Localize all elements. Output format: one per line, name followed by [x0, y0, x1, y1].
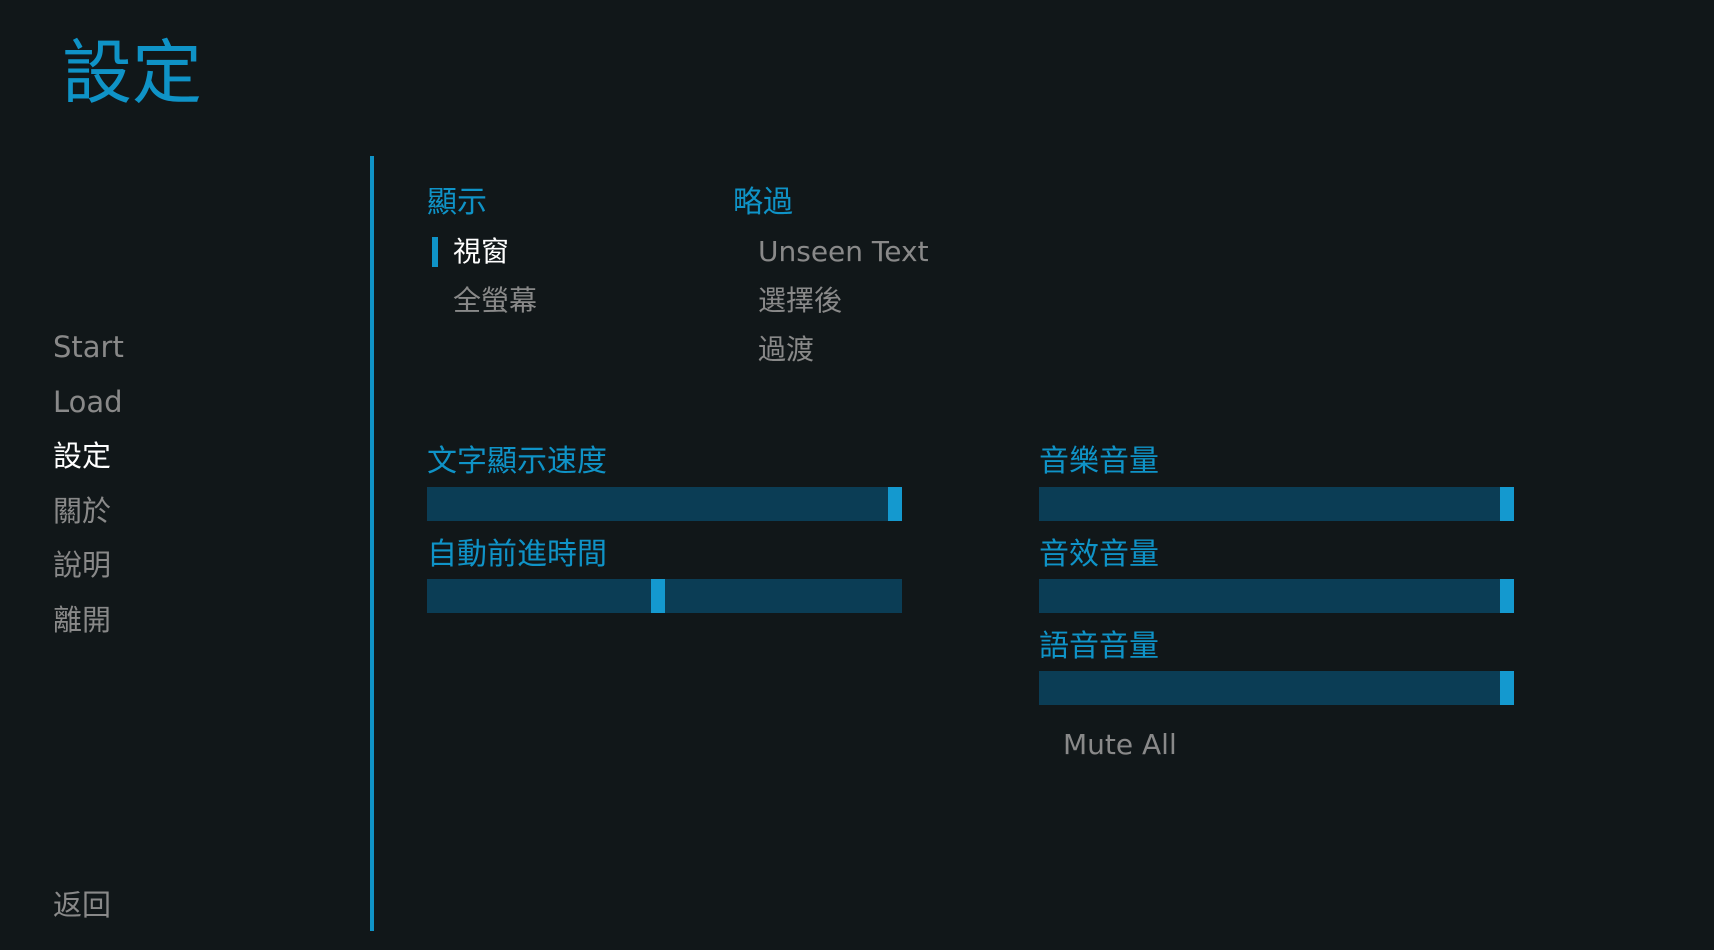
- preferences-screen: 設定 Start Load 設定 關於 說明 離開 返回 顯示 視窗 全螢幕 略…: [0, 0, 1714, 950]
- text-speed-slider[interactable]: [427, 487, 902, 521]
- sound-volume-slider-thumb[interactable]: [1500, 579, 1514, 613]
- mute-all-label: Mute All: [1063, 728, 1177, 761]
- voice-volume-label: 語音音量: [1039, 629, 1159, 664]
- nav-item-load[interactable]: Load: [53, 377, 124, 432]
- page-title: 設定: [62, 32, 202, 114]
- skip-group-label: 略過: [733, 185, 793, 220]
- text-speed-slider-thumb[interactable]: [888, 487, 902, 521]
- music-volume-label: 音樂音量: [1039, 444, 1159, 479]
- sound-volume-label: 音效音量: [1039, 537, 1159, 572]
- nav-item-about[interactable]: 關於: [53, 486, 124, 541]
- display-group-label: 顯示: [427, 185, 487, 220]
- auto-forward-label: 自動前進時間: [427, 537, 607, 572]
- skip-option-unseen-text-label: Unseen Text: [758, 235, 929, 268]
- nav-item-quit[interactable]: 離開: [53, 595, 124, 650]
- sound-volume-slider[interactable]: [1039, 579, 1514, 613]
- skip-option-after-choices[interactable]: 選擇後: [733, 281, 842, 321]
- nav-item-preferences[interactable]: 設定: [53, 431, 124, 486]
- mute-all-button[interactable]: Mute All: [1038, 725, 1177, 765]
- skip-option-transitions[interactable]: 過渡: [733, 330, 814, 370]
- nav-item-start[interactable]: Start: [53, 322, 124, 377]
- display-option-window-label: 視窗: [453, 235, 510, 268]
- voice-volume-slider-thumb[interactable]: [1500, 671, 1514, 705]
- voice-volume-slider[interactable]: [1039, 671, 1514, 705]
- skip-option-unseen-text[interactable]: Unseen Text: [733, 232, 929, 272]
- music-volume-slider-thumb[interactable]: [1500, 487, 1514, 521]
- selected-marker: [432, 237, 438, 267]
- skip-option-after-choices-label: 選擇後: [758, 284, 843, 317]
- skip-option-transitions-label: 過渡: [758, 333, 815, 366]
- auto-forward-slider-thumb[interactable]: [651, 579, 665, 613]
- display-option-fullscreen[interactable]: 全螢幕: [428, 281, 537, 321]
- music-volume-slider[interactable]: [1039, 487, 1514, 521]
- nav-divider: [370, 156, 374, 931]
- display-option-fullscreen-label: 全螢幕: [453, 284, 538, 317]
- display-option-window[interactable]: 視窗: [428, 232, 509, 272]
- back-button[interactable]: 返回: [53, 880, 111, 930]
- auto-forward-slider[interactable]: [427, 579, 902, 613]
- main-nav: Start Load 設定 關於 說明 離開: [53, 322, 124, 649]
- text-speed-label: 文字顯示速度: [427, 444, 607, 479]
- nav-item-help[interactable]: 說明: [53, 540, 124, 595]
